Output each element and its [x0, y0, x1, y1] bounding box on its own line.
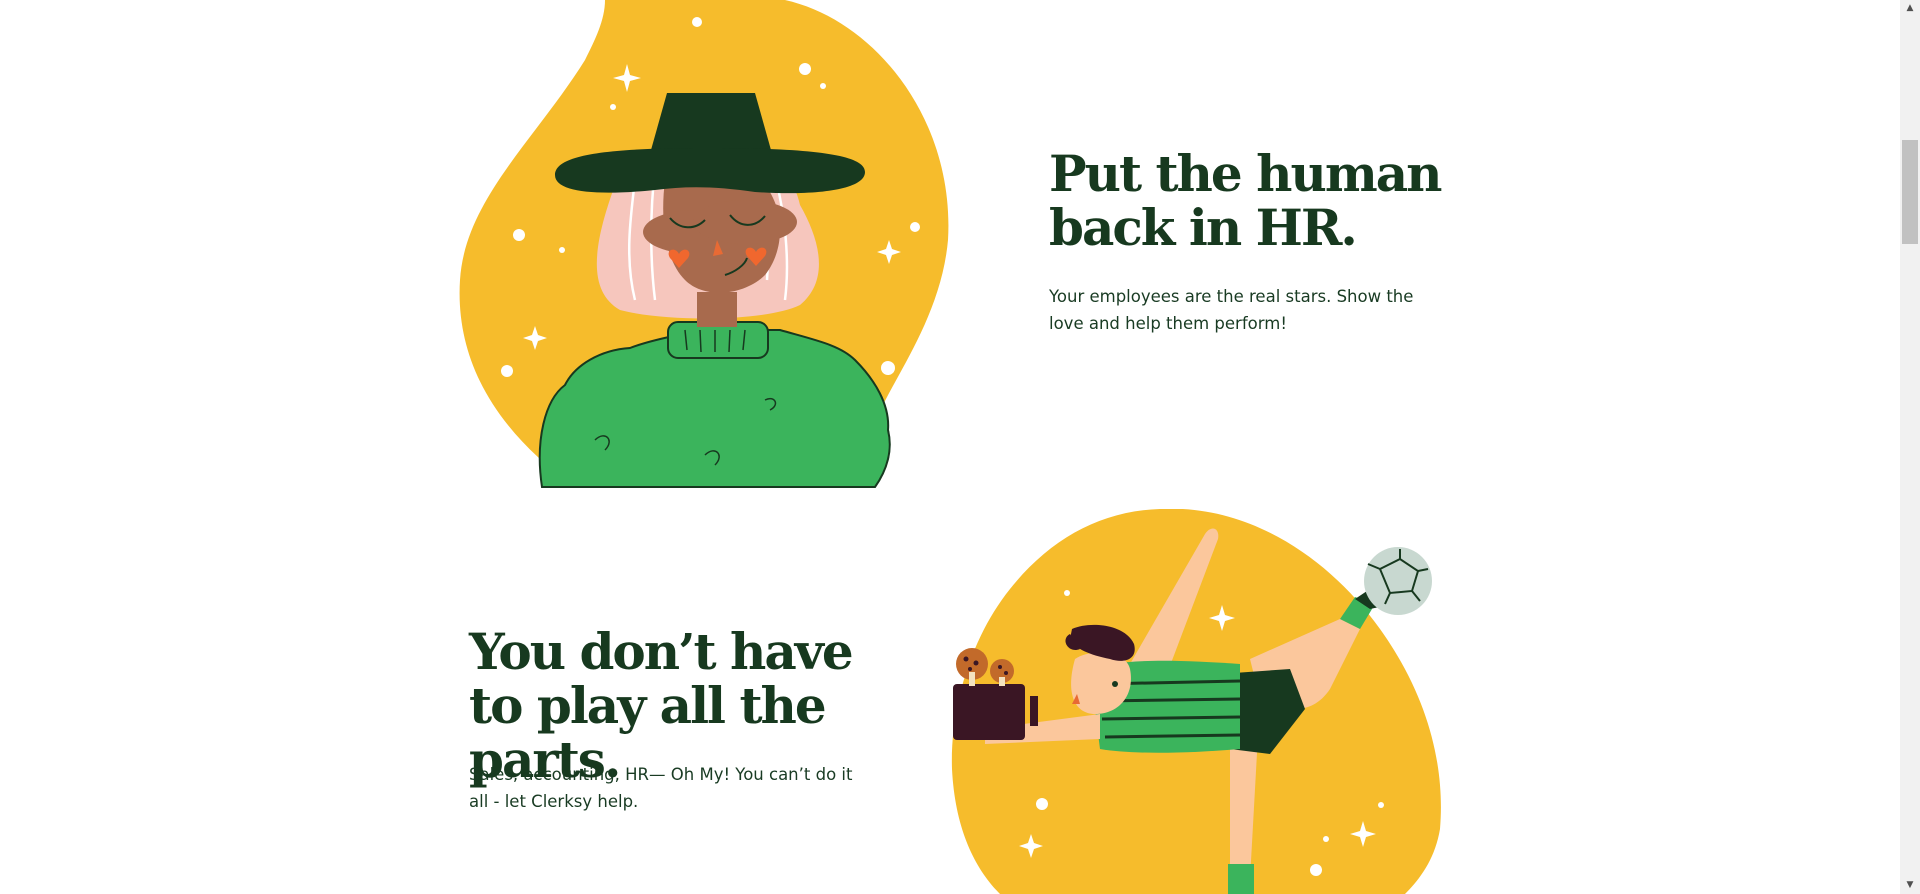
- juggling-man-illustration: [950, 509, 1450, 894]
- woman-with-hat-illustration: [455, 0, 955, 500]
- section-text: Your employees are the real stars. Show …: [1049, 287, 1414, 333]
- page: Put the human back in HR. Your employees…: [0, 0, 1900, 894]
- scroll-down-icon[interactable]: ▼: [1900, 877, 1920, 894]
- section-text: Sales, accounting, HR— Oh My! You can’t …: [469, 765, 853, 811]
- scrollbar-thumb[interactable]: [1902, 140, 1918, 244]
- vertical-scrollbar[interactable]: ▲ ▼: [1900, 0, 1920, 894]
- section-heading: Put the human back in HR.: [1049, 144, 1442, 257]
- scroll-up-icon[interactable]: ▲: [1900, 0, 1920, 17]
